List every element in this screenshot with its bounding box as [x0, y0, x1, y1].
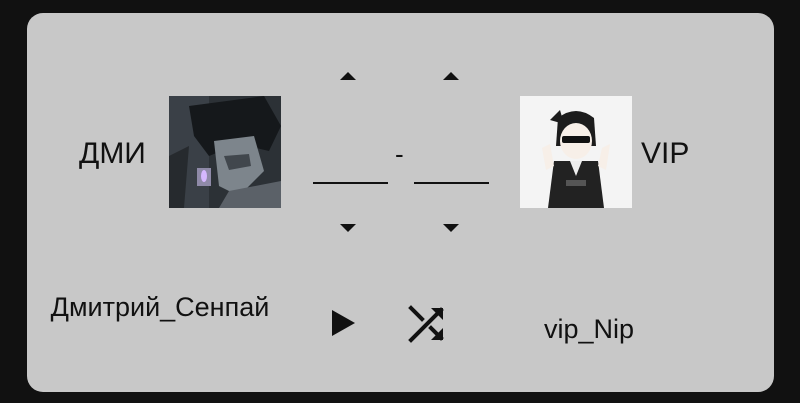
left-team-short-name: ДМИ — [79, 137, 146, 170]
left-player-avatar — [169, 96, 281, 208]
left-avatar-image — [169, 96, 281, 208]
right-score-decrement-arrow-down-icon[interactable] — [443, 224, 459, 232]
right-player-avatar — [520, 96, 632, 208]
play-button[interactable] — [325, 306, 359, 340]
left-score-field[interactable] — [313, 182, 388, 184]
right-team-short-name: VIP — [641, 137, 690, 170]
shuffle-icon — [408, 305, 444, 343]
right-score-increment-arrow-up-icon[interactable] — [443, 72, 459, 80]
shuffle-button[interactable] — [407, 304, 447, 344]
score-separator: - — [395, 139, 404, 169]
left-player-name: Дмитрий_Сенпай — [50, 292, 270, 322]
play-icon — [332, 310, 355, 336]
right-score-field[interactable] — [414, 182, 489, 184]
right-avatar-image — [520, 96, 632, 208]
left-score-increment-arrow-up-icon[interactable] — [340, 72, 356, 80]
right-player-name: vip_Nip — [543, 314, 635, 344]
left-score-decrement-arrow-down-icon[interactable] — [340, 224, 356, 232]
match-card: ДМИ - VIP Дмитрий_Сенпай vip_Nip — [27, 13, 774, 392]
